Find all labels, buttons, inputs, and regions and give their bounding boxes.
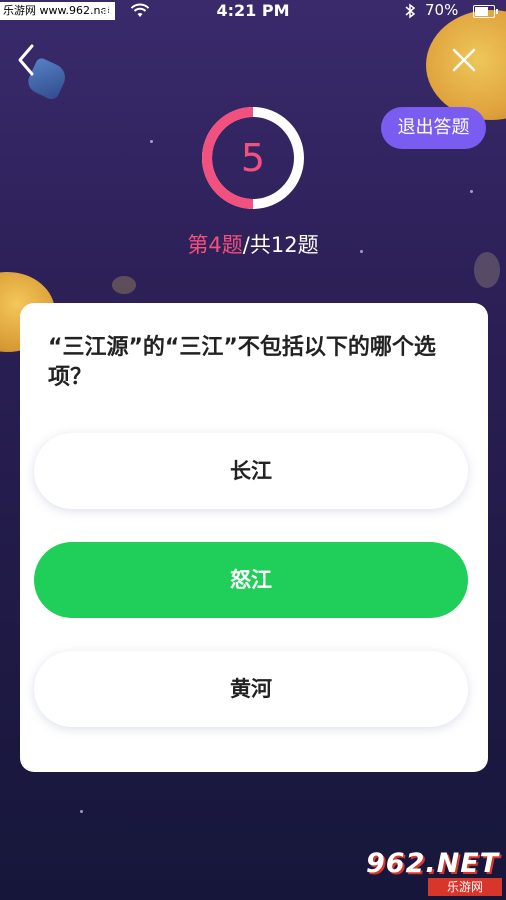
- bluetooth-icon: [405, 3, 416, 19]
- battery-level-fill: [475, 7, 488, 16]
- answer-option-1[interactable]: 长江: [34, 433, 468, 509]
- watermark-logo-subtext: 乐游网: [428, 878, 502, 896]
- star-decoration: [80, 810, 83, 813]
- countdown-value: 5: [240, 136, 266, 180]
- battery-icon: [473, 5, 498, 18]
- watermark-logo: 962.NET 乐游网: [366, 848, 502, 896]
- question-card: “三江源”的“三江”不包括以下的哪个选项？ 长江 怒江 黄河: [20, 303, 488, 772]
- star-decoration: [150, 140, 153, 143]
- back-button[interactable]: [12, 40, 42, 80]
- star-decoration: [470, 190, 473, 193]
- answer-option-3[interactable]: 黄河: [34, 651, 468, 727]
- answer-option-2[interactable]: 怒江: [34, 542, 468, 618]
- question-progress: 第4题/共12题: [0, 229, 506, 259]
- status-bar: 乐游网 www.962.net 通 4:21 PM 70%: [0, 0, 506, 24]
- quiz-screen: 乐游网 www.962.net 通 4:21 PM 70% 5 退出答题 第4题…: [0, 0, 506, 900]
- exit-quiz-button[interactable]: 退出答题: [381, 107, 486, 149]
- battery-percent: 70%: [425, 1, 459, 19]
- watermark-logo-text: 962.NET: [366, 848, 500, 879]
- question-text: “三江源”的“三江”不包括以下的哪个选项？: [48, 335, 436, 390]
- progress-total: 共12题: [249, 233, 319, 257]
- progress-current: 第4题: [187, 233, 243, 257]
- close-button[interactable]: [448, 44, 480, 76]
- pebble-decoration: [112, 276, 136, 294]
- progress-separator: /: [242, 233, 250, 257]
